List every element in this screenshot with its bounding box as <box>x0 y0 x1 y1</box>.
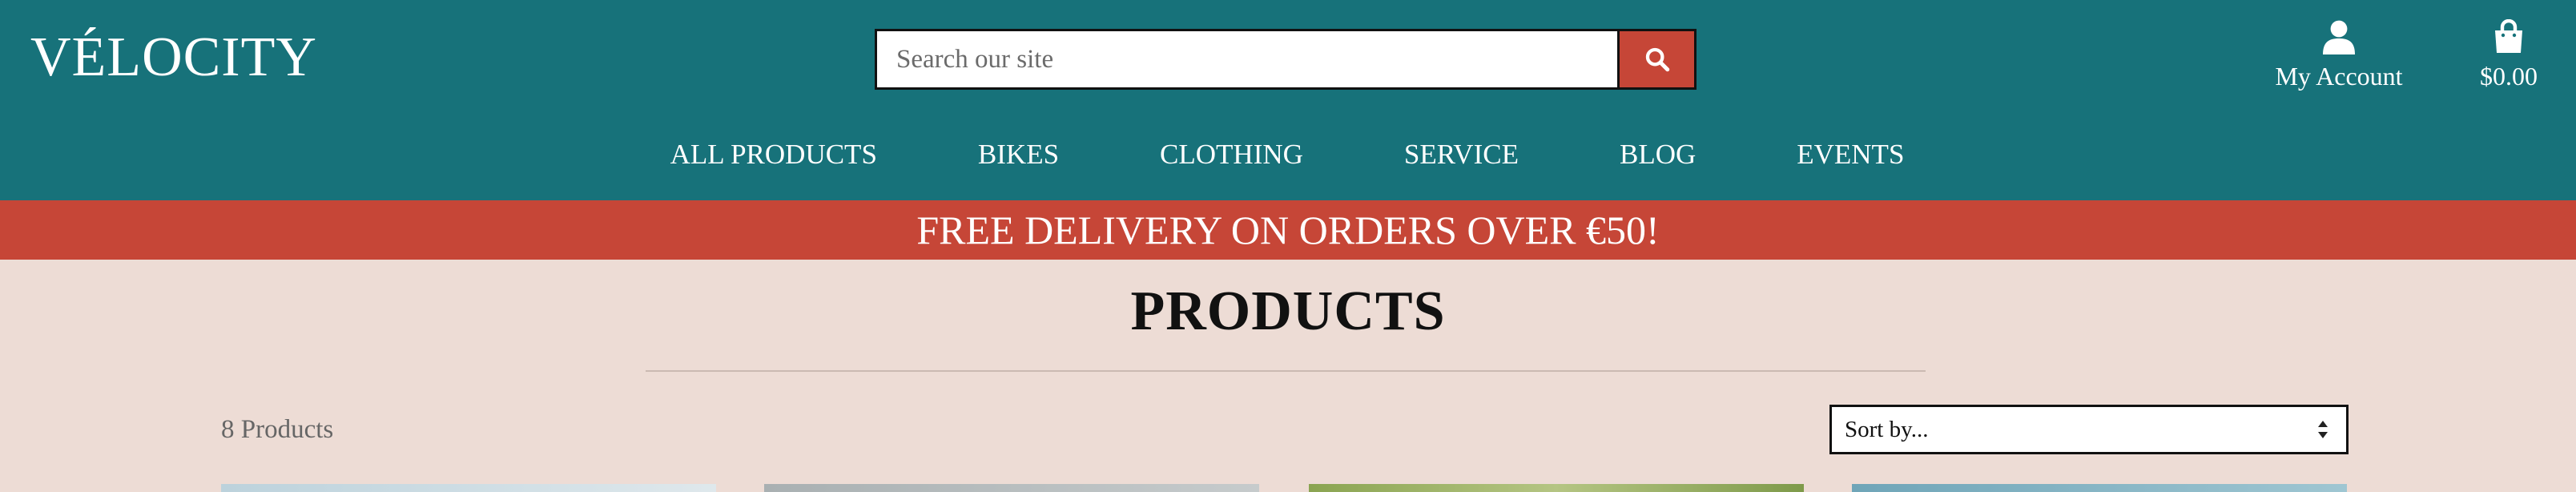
nav-item-blog[interactable]: BLOG <box>1620 128 1696 181</box>
my-account-label: My Account <box>2275 62 2403 91</box>
site-header: VÉLOCITY My Account $0.00 ALL PRODUCTS B… <box>0 0 2576 200</box>
site-logo[interactable]: VÉLOCITY <box>30 24 317 91</box>
sort-select[interactable]: Sort by... <box>1829 405 2349 454</box>
search-form <box>875 29 1697 90</box>
nav-item-bikes[interactable]: BIKES <box>978 128 1059 181</box>
search-button[interactable] <box>1617 31 1694 87</box>
product-card[interactable] <box>221 484 716 492</box>
cart-link[interactable]: $0.00 <box>2461 18 2557 99</box>
nav-item-all-products[interactable]: ALL PRODUCTS <box>670 128 877 181</box>
product-count: 8 Products <box>221 415 334 444</box>
shopping-bag-icon <box>2495 18 2522 53</box>
search-icon <box>1645 47 1669 72</box>
product-card[interactable] <box>1309 484 1804 492</box>
sort-selected-value: Sort by... <box>1845 416 1929 442</box>
nav-item-clothing[interactable]: CLOTHING <box>1160 128 1303 181</box>
cart-total: $0.00 <box>2480 62 2538 91</box>
product-card[interactable] <box>1852 484 2347 492</box>
product-grid <box>0 484 2576 492</box>
my-account-link[interactable]: My Account <box>2259 19 2419 99</box>
user-icon <box>2323 20 2355 54</box>
product-card[interactable] <box>764 484 1259 492</box>
promo-banner: FREE DELIVERY ON ORDERS OVER €50! <box>0 200 2576 260</box>
sort-arrows-icon <box>2318 421 2328 438</box>
main-nav: ALL PRODUCTS BIKES CLOTHING SERVICE BLOG… <box>0 128 2576 181</box>
page-title: PRODUCTS <box>1130 280 1446 342</box>
title-divider <box>646 370 1926 372</box>
nav-item-service[interactable]: SERVICE <box>1404 128 1519 181</box>
search-input[interactable] <box>877 31 1617 87</box>
nav-item-events[interactable]: EVENTS <box>1797 128 1904 181</box>
